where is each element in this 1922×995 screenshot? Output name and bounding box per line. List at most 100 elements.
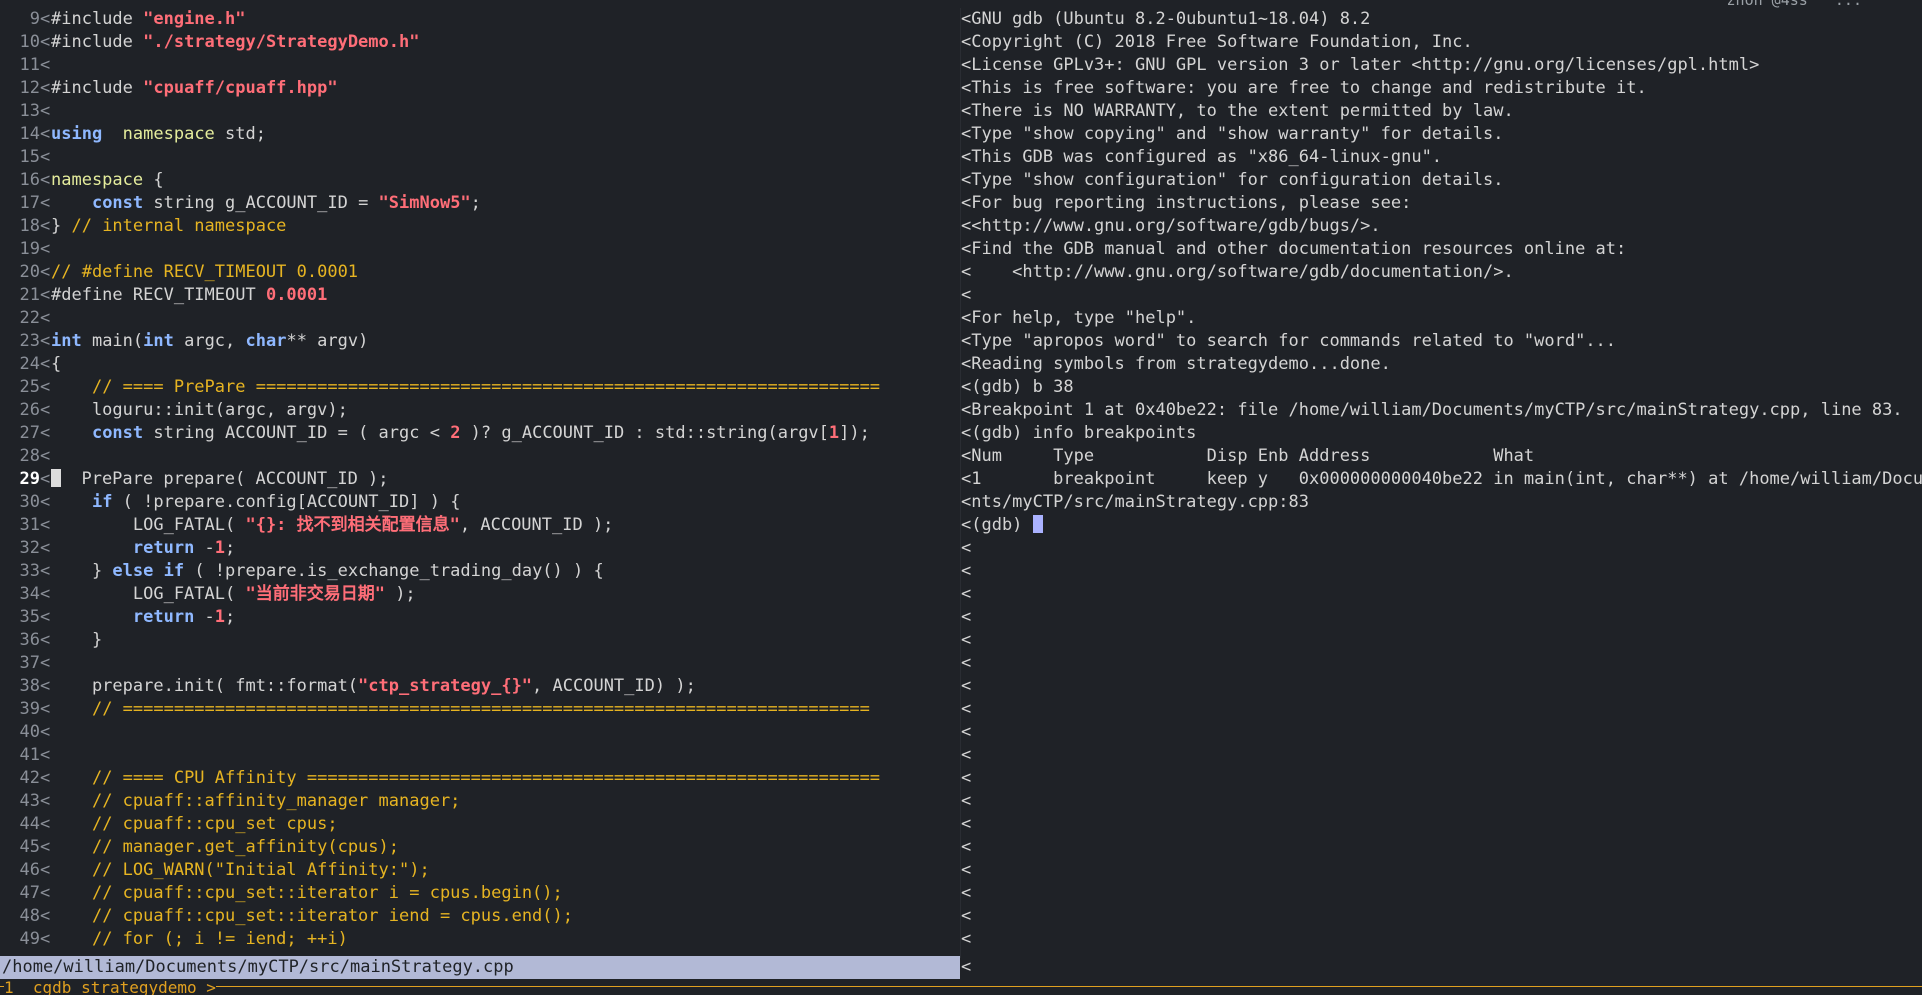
gdb-input-cursor[interactable] [1032,515,1043,533]
line-number[interactable]: 24 [0,353,40,376]
tmux-window-label[interactable]: 1 cgdb strategydemo > [4,980,216,995]
source-line[interactable]: 22< [0,307,960,330]
source-line[interactable]: 42< // ==== CPU Affinity ===============… [0,767,960,790]
source-line[interactable]: 47< // cpuaff::cpu_set::iterator i = cpu… [0,882,960,905]
line-number[interactable]: 46 [0,859,40,882]
gdb-output-line: <For help, type "help". [961,307,1922,330]
line-number[interactable]: 31 [0,514,40,537]
gdb-console-pane[interactable]: <GNU gdb (Ubuntu 8.2-0ubuntu1~18.04) 8.2… [961,8,1922,958]
line-number[interactable]: 37 [0,652,40,675]
source-line[interactable]: 26< loguru::init(argc, argv); [0,399,960,422]
source-line[interactable]: 21<#define RECV_TIMEOUT 0.0001 [0,284,960,307]
source-line[interactable]: 32< return -1; [0,537,960,560]
source-code-pane[interactable]: 9<#include "engine.h" 10<#include "./stra… [0,8,960,958]
gdb-output-line: < [961,721,1922,744]
line-number[interactable]: 25 [0,376,40,399]
line-number[interactable]: 21 [0,284,40,307]
source-line[interactable]: 33< } else if ( !prepare.is_exchange_tra… [0,560,960,583]
source-line[interactable]: 49< // for (; i != iend; ++i) [0,928,960,951]
source-line[interactable]: 28< [0,445,960,468]
line-number[interactable]: 49 [0,928,40,951]
gdb-prompt-line[interactable]: <(gdb) [961,514,1922,537]
line-number[interactable]: 29 [0,468,40,491]
source-line[interactable]: 40< [0,721,960,744]
source-line[interactable]: 34< LOG_FATAL( "当前非交易日期" ); [0,583,960,606]
source-line[interactable]: 14<using namespace std; [0,123,960,146]
line-number[interactable]: 22 [0,307,40,330]
line-number[interactable]: 32 [0,537,40,560]
line-number[interactable]: 30 [0,491,40,514]
source-line[interactable]: 13< [0,100,960,123]
line-number[interactable]: 39 [0,698,40,721]
line-number[interactable]: 47 [0,882,40,905]
line-number[interactable]: 17 [0,192,40,215]
gutter-marker: < [40,561,51,581]
source-line[interactable]: 46< // LOG_WARN("Initial Affinity:"); [0,859,960,882]
gutter-marker: < [40,607,51,627]
line-number[interactable]: 43 [0,790,40,813]
line-number[interactable]: 41 [0,744,40,767]
line-number[interactable]: 19 [0,238,40,261]
line-number[interactable]: 35 [0,606,40,629]
code-token: namespace [122,124,215,144]
source-line[interactable]: 17< const string g_ACCOUNT_ID = "SimNow5… [0,192,960,215]
gdb-line-text: < [961,699,972,719]
source-line[interactable]: 15< [0,146,960,169]
line-number[interactable]: 18 [0,215,40,238]
source-line[interactable]: 18<} // internal namespace [0,215,960,238]
source-line[interactable]: 20<// #define RECV_TIMEOUT 0.0001 [0,261,960,284]
source-line[interactable]: 12<#include "cpuaff/cpuaff.hpp" [0,77,960,100]
line-number[interactable]: 10 [0,31,40,54]
line-number[interactable]: 27 [0,422,40,445]
source-line[interactable]: 29< PrePare prepare( ACCOUNT_ID ); [0,468,960,491]
source-line[interactable]: 39< // =================================… [0,698,960,721]
source-line[interactable]: 10<#include "./strategy/StrategyDemo.h" [0,31,960,54]
line-number[interactable]: 26 [0,399,40,422]
source-line[interactable]: 36< } [0,629,960,652]
line-number[interactable]: 34 [0,583,40,606]
line-number[interactable]: 33 [0,560,40,583]
line-number[interactable]: 12 [0,77,40,100]
line-number[interactable]: 36 [0,629,40,652]
source-line[interactable]: 37< [0,652,960,675]
gdb-output-line: < [961,813,1922,836]
line-number[interactable]: 23 [0,330,40,353]
line-number[interactable]: 45 [0,836,40,859]
source-line[interactable]: 27< const string ACCOUNT_ID = ( argc < 2… [0,422,960,445]
line-number[interactable]: 16 [0,169,40,192]
source-line[interactable]: 43< // cpuaff::affinity_manager manager; [0,790,960,813]
line-number[interactable]: 13 [0,100,40,123]
line-number[interactable]: 42 [0,767,40,790]
gutter-marker: < [40,78,51,98]
source-code-text: #include "cpuaff/cpuaff.hpp" [51,78,338,98]
code-token: "当前非交易日期" [245,584,385,604]
line-number[interactable]: 44 [0,813,40,836]
source-line[interactable]: 30< if ( !prepare.config[ACCOUNT_ID] ) { [0,491,960,514]
line-number[interactable]: 14 [0,123,40,146]
gutter-marker: < [40,492,51,512]
source-line[interactable]: 38< prepare.init( fmt::format("ctp_strat… [0,675,960,698]
source-line[interactable]: 48< // cpuaff::cpu_set::iterator iend = … [0,905,960,928]
gdb-line-text: < [961,538,972,558]
line-number[interactable]: 9 [0,8,40,31]
line-number[interactable]: 15 [0,146,40,169]
line-number[interactable]: 40 [0,721,40,744]
source-line[interactable]: 25< // ==== PrePare ====================… [0,376,960,399]
source-line[interactable]: 11< [0,54,960,77]
line-number[interactable]: 48 [0,905,40,928]
source-line[interactable]: 35< return -1; [0,606,960,629]
source-line[interactable]: 45< // manager.get_affinity(cpus); [0,836,960,859]
code-token: using [51,124,103,144]
line-number[interactable]: 11 [0,54,40,77]
source-line[interactable]: 31< LOG_FATAL( "{}: 找不到相关配置信息", ACCOUNT_… [0,514,960,537]
source-line[interactable]: 19< [0,238,960,261]
line-number[interactable]: 20 [0,261,40,284]
source-line[interactable]: 9<#include "engine.h" [0,8,960,31]
line-number[interactable]: 38 [0,675,40,698]
line-number[interactable]: 28 [0,445,40,468]
source-line[interactable]: 24<{ [0,353,960,376]
source-line[interactable]: 23<int main(int argc, char** argv) [0,330,960,353]
source-line[interactable]: 16<namespace { [0,169,960,192]
source-line[interactable]: 44< // cpuaff::cpu_set cpus; [0,813,960,836]
source-line[interactable]: 41< [0,744,960,767]
